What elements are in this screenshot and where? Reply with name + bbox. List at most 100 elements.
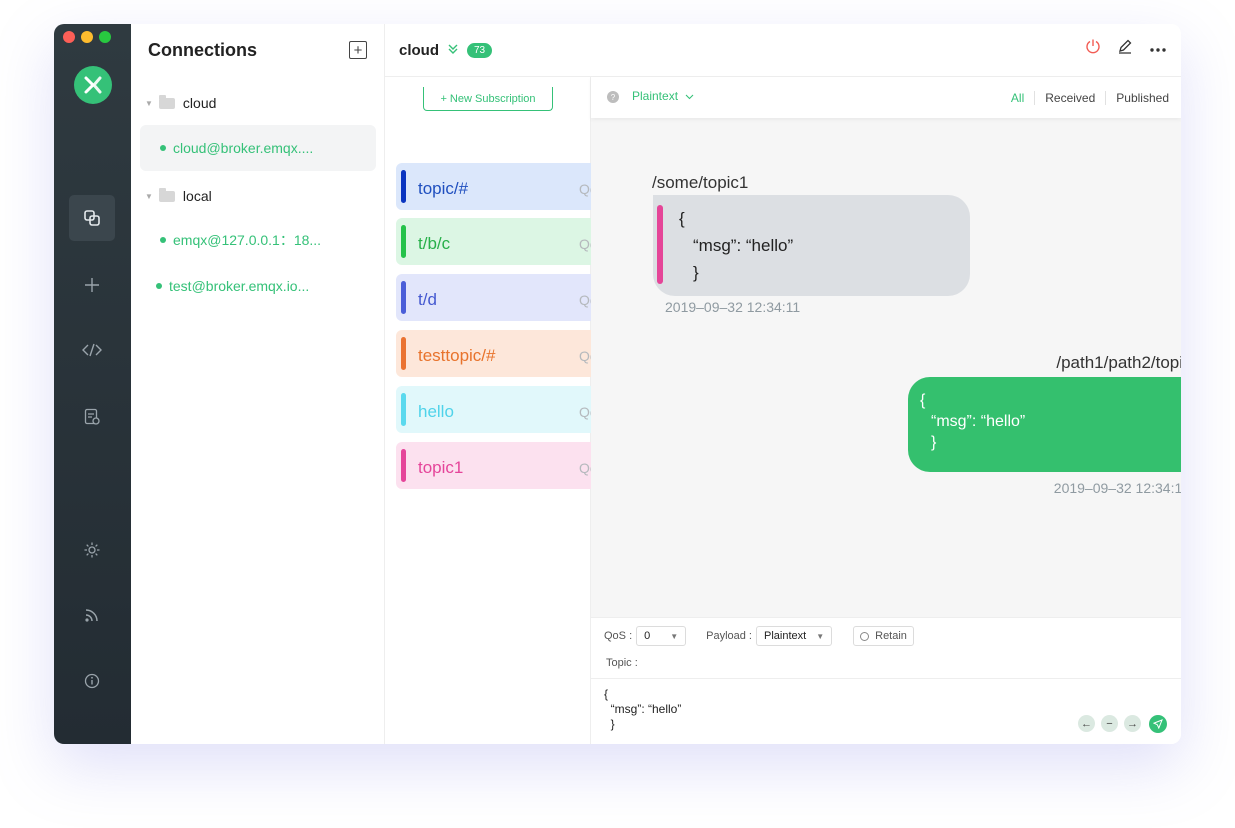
connection-title: cloud [399,41,439,59]
message-line: } [693,263,699,282]
published-message-bubble[interactable]: { “msg”: “hello” } [908,377,1181,472]
published-message-time: 2019–09–32 12:34:11 [1053,480,1181,496]
connection-item[interactable]: test@broker.emqx.io... [140,263,376,309]
payload-format-select[interactable]: Plaintext ▼ [756,626,833,646]
message-line: } [931,434,937,451]
minimize-window-button[interactable] [81,31,93,43]
format-value: Plaintext [632,89,679,103]
new-subscription-button[interactable]: + New Subscription [423,87,553,111]
qos-select[interactable]: 0 ▼ [636,626,687,646]
status-dot-icon [156,283,162,289]
format-select[interactable]: Plaintext [632,89,694,103]
status-dot-icon [160,145,166,151]
retain-checkbox[interactable]: Retain [853,626,914,646]
power-icon [1086,39,1100,54]
history-forward-button[interactable]: → [1124,715,1141,732]
gear-icon [84,542,100,558]
plus-icon [85,278,99,292]
nav-connections[interactable] [69,195,115,241]
message-line: “msg”: “hello” [693,236,794,255]
plus-square-icon: + [353,41,363,59]
send-button[interactable] [1149,715,1167,733]
topic-color-bar [401,449,406,482]
header-actions [1085,38,1167,59]
nav-about[interactable] [69,658,115,704]
connections-icon [84,210,100,226]
log-icon [84,408,100,425]
subscription-topic: topic/# [418,179,469,198]
tab-received[interactable]: Received [1034,91,1105,105]
published-message-topic: /path1/path2/topic1 [1056,353,1181,372]
group-name: local [182,188,212,204]
topic-color-bar [401,337,406,370]
composer-divider [591,678,1181,679]
app-logo [74,66,112,104]
help-icon[interactable]: ? [607,91,619,103]
code-icon [82,343,102,357]
caret-down-icon: ▼ [816,631,825,641]
topic-color-bar [401,170,406,203]
group-name: cloud [182,95,217,111]
topic-color-bar [401,393,406,426]
connection-item[interactable]: emqx@127.0.0.1：18... [140,217,376,263]
received-message-time: 2019–09–32 12:34:11 [665,299,801,315]
connection-item[interactable]: cloud@broker.emqx.... [140,125,376,171]
window-controls [63,31,111,43]
history-controls: ← − → [1078,715,1141,732]
group-local[interactable]: ▼ local [145,187,212,204]
radio-icon [860,631,870,641]
qos-value: 0 [644,630,651,642]
disconnect-button[interactable] [1085,38,1101,59]
retain-label: Retain [875,630,907,642]
more-button[interactable] [1149,40,1167,58]
tab-published[interactable]: Published [1105,91,1169,105]
group-cloud[interactable]: ▼ cloud [145,94,217,111]
nav-log[interactable] [69,394,115,440]
message-line: { [679,209,685,228]
message-count-badge: 73 [467,42,493,58]
caret-down-icon: ▼ [670,631,679,641]
tab-all[interactable]: All [1001,91,1034,105]
subscription-topic: hello [418,402,454,421]
nav-new-connection[interactable] [69,262,115,308]
edit-button[interactable] [1117,38,1133,59]
caret-down-icon: ▼ [145,191,153,201]
subscriptions-panel: + New Subscription topic/#QoS 1t/b/cQoS … [385,77,638,744]
caret-down-icon: ▼ [145,98,153,108]
nav-settings[interactable] [69,527,115,573]
close-window-button[interactable] [63,31,75,43]
message-filter-bar: ? Plaintext All Received Published [591,77,1181,118]
message-tabs: All Received Published [1001,91,1169,105]
history-reset-button[interactable]: − [1101,715,1118,732]
topic-color-bar [401,281,406,314]
payload-label: Payload : [706,630,752,642]
qos-label: QoS : [604,630,633,642]
messages-panel: ? Plaintext All Received Published /some… [591,77,1181,617]
connection-name: emqx@127.0.0.1：18... [173,232,322,248]
topic-color-bar [657,205,663,284]
connection-header: cloud 73 [385,24,1181,77]
main-area: cloud 73 + New Subscription topic/# t/b/… [385,24,1181,744]
logo-icon [84,76,102,94]
pencil-icon [1119,39,1132,54]
folder-icon [158,187,175,202]
topic-input[interactable]: Topic : [606,657,638,669]
nav-script[interactable] [69,327,115,373]
topic-color-bar [401,225,406,258]
folder-icon [158,94,175,109]
received-message-bubble[interactable]: { “msg”: “hello” } [653,195,970,296]
history-back-button[interactable]: ← [1078,715,1095,732]
subscription-topic: topic1 [418,458,464,477]
message-line: “msg”: “hello” [931,413,1026,430]
payload-format-value: Plaintext [764,630,807,642]
maximize-window-button[interactable] [99,31,111,43]
double-chevron-down-icon[interactable] [447,43,459,58]
publish-composer: QoS : 0 ▼ Payload : Plaintext ▼ Retain T… [591,617,1181,744]
add-connection-button[interactable]: + [349,41,367,59]
subscription-topic: testtopic/# [418,346,496,365]
info-icon [84,673,100,689]
payload-editor[interactable]: { “msg”: “hello” } [604,687,681,732]
send-icon [1153,719,1163,729]
connections-title: Connections [148,40,258,60]
nav-feed[interactable] [69,592,115,638]
